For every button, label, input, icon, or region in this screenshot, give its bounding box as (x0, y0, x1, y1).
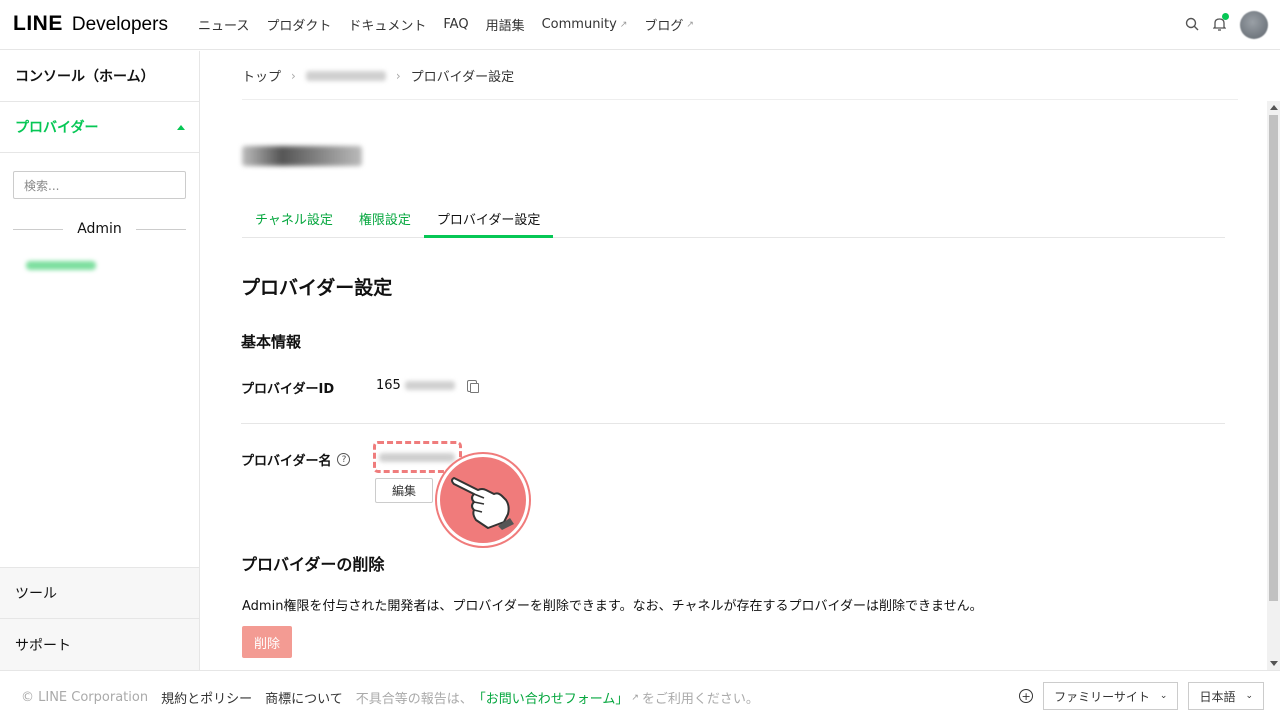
sidebar-item-support[interactable]: サポート (0, 618, 199, 670)
logo-line-text: LINE (13, 12, 63, 35)
main-content: トップ › › プロバイダー設定 チャネル設定 権限設定 プロバイダー設定 プロ… (201, 51, 1267, 670)
provider-link-redacted[interactable] (26, 261, 96, 270)
breadcrumb-top[interactable]: トップ (242, 66, 281, 85)
line-developers-logo[interactable]: LINE Developers (13, 12, 168, 36)
notification-dot (1222, 12, 1229, 20)
provider-name-value-redacted (379, 453, 455, 462)
breadcrumb-current: プロバイダー設定 (410, 70, 515, 85)
provider-id-value: 165 (376, 378, 479, 393)
search-icon[interactable] (1185, 16, 1199, 35)
provider-id-redacted (404, 381, 455, 390)
language-select[interactable]: 日本語 ⌄ (1188, 682, 1264, 710)
nav-documents[interactable]: ドキュメント (348, 15, 426, 34)
family-site-select[interactable]: ファミリーサイト ⌄ (1043, 682, 1179, 710)
pointing-hand-icon (437, 454, 529, 546)
tab-provider-settings[interactable]: プロバイダー設定 (423, 201, 554, 238)
terms-link[interactable]: 規約とポリシー (161, 688, 252, 707)
external-link-icon: ↗ (631, 692, 639, 703)
contact-form-link[interactable]: 「お問い合わせフォーム」 (473, 688, 629, 707)
breadcrumb-provider-redacted[interactable] (305, 70, 386, 81)
nav-blog[interactable]: ブログ ↗ (644, 15, 694, 34)
section-divider-admin: Admin (13, 221, 186, 237)
caret-up-icon (177, 124, 185, 130)
help-icon[interactable]: ? (337, 453, 351, 466)
main-nav: ニュース プロダクト ドキュメント FAQ 用語集 Community ↗ ブログ… (198, 15, 694, 34)
provider-name-heading-redacted (242, 146, 362, 166)
add-circle-icon[interactable]: + (1019, 689, 1034, 703)
divider (242, 99, 1238, 100)
external-link-icon: ↗ (686, 19, 694, 30)
scroll-thumb[interactable] (1269, 115, 1278, 601)
copyright: © LINE Corporation (21, 690, 149, 705)
sidebar-item-console-home[interactable]: コンソール（ホーム） (0, 51, 199, 102)
provider-id-label: プロバイダーID (241, 382, 335, 397)
sidebar-item-provider[interactable]: プロバイダー (0, 102, 199, 153)
breadcrumb: トップ › › プロバイダー設定 (242, 66, 515, 86)
delete-button[interactable]: 削除 (242, 626, 292, 658)
report-text-suffix: をご利用ください。 (641, 692, 759, 707)
footer: © LINE Corporation 規約とポリシー 商標について 不具合等の報… (0, 670, 1280, 720)
tab-permission-settings[interactable]: 権限設定 (346, 201, 424, 238)
scroll-up-arrow-icon[interactable] (1270, 105, 1278, 110)
delete-section-title: プロバイダーの削除 (241, 555, 385, 574)
bell-icon[interactable] (1212, 12, 1229, 35)
nav-products[interactable]: プロダクト (266, 15, 331, 34)
tab-bar: チャネル設定 権限設定 プロバイダー設定 (242, 201, 1225, 238)
edit-button[interactable]: 編集 (375, 478, 433, 503)
report-text-prefix: 不具合等の報告は、 (355, 692, 473, 707)
provider-search-input[interactable]: 検索... (13, 171, 186, 199)
external-link-icon: ↗ (619, 19, 628, 30)
basic-info-heading: 基本情報 (241, 333, 302, 351)
logo-developers-text: Developers (71, 14, 168, 35)
delete-description: Admin権限を付与された開発者は、プロバイダーを削除できます。なお、チャネルが… (242, 599, 983, 614)
sidebar-item-tools[interactable]: ツール (0, 567, 199, 618)
chevron-down-icon: ⌄ (1245, 691, 1253, 701)
copy-icon[interactable] (466, 379, 479, 393)
nav-news[interactable]: ニュース (198, 15, 249, 34)
scrollbar[interactable] (1267, 101, 1280, 670)
scroll-down-arrow-icon[interactable] (1270, 661, 1278, 666)
chevron-down-icon: ⌄ (1159, 691, 1168, 701)
top-nav-bar: LINE Developers ニュース プロダクト ドキュメント FAQ 用語… (0, 0, 1280, 50)
sidebar: コンソール（ホーム） プロバイダー 検索... Admin ツール サポート (0, 51, 200, 670)
trademark-link[interactable]: 商標について (265, 688, 343, 707)
divider (241, 423, 1225, 424)
chevron-right-icon: › (291, 68, 296, 83)
nav-glossary[interactable]: 用語集 (486, 15, 525, 34)
chevron-right-icon: › (395, 68, 401, 83)
section-label: Admin (77, 221, 122, 237)
page-title: プロバイダー設定 (241, 277, 393, 299)
avatar[interactable] (1240, 11, 1268, 39)
nav-faq[interactable]: FAQ (443, 15, 468, 34)
tab-channel-settings[interactable]: チャネル設定 (242, 201, 346, 238)
nav-community[interactable]: Community ↗ (542, 15, 628, 34)
provider-name-label: プロバイダー名 ? (241, 450, 351, 469)
